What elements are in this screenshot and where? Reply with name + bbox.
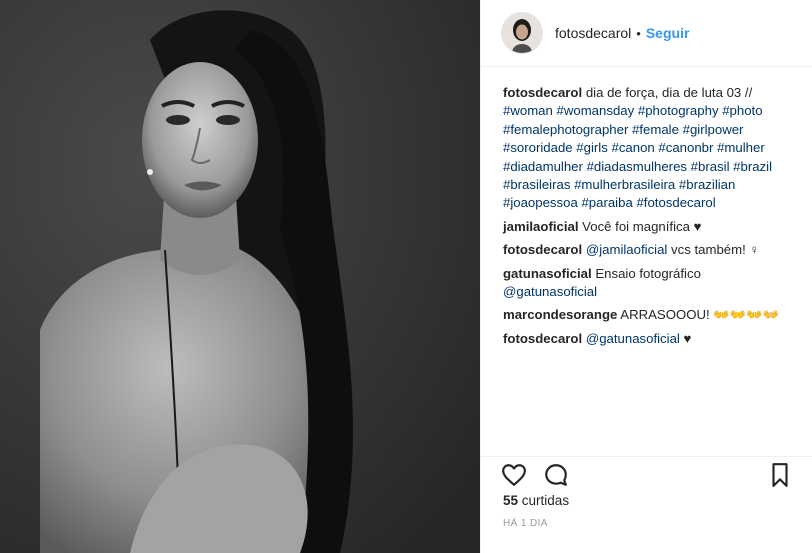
comment: jamilaoficial Você foi magnífica ♥: [503, 218, 792, 236]
comments-list: fotosdecarol dia de força, dia de luta 0…: [481, 67, 812, 348]
caption-hashtags-2[interactable]: #femalephotographer #female #girlpower: [503, 122, 743, 137]
comment-username[interactable]: jamilaoficial: [503, 219, 579, 234]
comment: fotosdecarol @gatunasoficial ♥: [503, 330, 792, 348]
caption-hashtags-3[interactable]: #sororidade #girls #canon #canonbr #mulh…: [503, 140, 765, 155]
avatar-image: [502, 13, 542, 53]
comment: marcondesorange ARRASOOOU! 👐👐👐👐: [503, 306, 792, 324]
author-username[interactable]: fotosdecarol: [555, 25, 631, 41]
comment-username[interactable]: fotosdecarol: [503, 331, 582, 346]
comment: fotosdecarol @jamilaoficial vcs também! …: [503, 241, 792, 259]
post-photo[interactable]: [0, 0, 480, 553]
comment-text: Ensaio fotográfico: [595, 265, 701, 281]
comment-text: vcs também! ♀: [667, 242, 760, 258]
comment-username[interactable]: marcondesorange: [503, 307, 617, 322]
follow-button[interactable]: Seguir: [646, 25, 690, 41]
caption-text: dia de força, dia de luta 03 //: [585, 85, 753, 100]
likes-word: curtidas: [521, 493, 570, 508]
post-timestamp[interactable]: HÁ 1 DIA: [503, 518, 548, 529]
post-side-panel: fotosdecarol • Seguir fotosdecarol dia d…: [480, 0, 812, 553]
separator-dot: •: [636, 25, 641, 41]
comment-mention[interactable]: @gatunasoficial: [503, 284, 597, 299]
comment-mention[interactable]: @jamilaoficial: [586, 242, 668, 257]
caption-hashtags-6[interactable]: #joaopessoa #paraiba #fotosdecarol: [503, 195, 716, 210]
caption-hashtags-1[interactable]: #woman #womansday #photography #photo: [503, 103, 763, 118]
action-bar: [481, 456, 812, 492]
comment-text: ARRASOOOU! 👐👐👐👐: [620, 307, 780, 323]
post-header: fotosdecarol • Seguir: [481, 0, 812, 67]
instagram-post: fotosdecarol • Seguir fotosdecarol dia d…: [0, 0, 812, 553]
comment-username[interactable]: gatunasoficial: [503, 266, 592, 281]
portrait-image: [0, 0, 480, 553]
comment-text: ♥: [679, 330, 692, 346]
caption-username[interactable]: fotosdecarol: [503, 85, 582, 100]
caption-hashtags-5[interactable]: #brasileiras #mulherbrasileira #brazilia…: [503, 177, 735, 192]
heart-icon[interactable]: [501, 462, 527, 488]
comment-bubble-icon[interactable]: [543, 462, 569, 488]
comment-username[interactable]: fotosdecarol: [503, 242, 582, 257]
comment: gatunasoficial Ensaio fotográfico @gatun…: [503, 265, 792, 302]
bookmark-icon[interactable]: [767, 462, 793, 488]
likes-number: 55: [503, 493, 519, 508]
caption: fotosdecarol dia de força, dia de luta 0…: [503, 84, 792, 213]
avatar[interactable]: [501, 12, 543, 54]
likes-count[interactable]: 55 curtidas: [503, 493, 569, 508]
comment-mention[interactable]: @gatunasoficial: [586, 331, 680, 346]
comment-text: Você foi magnífica ♥: [582, 218, 702, 234]
caption-hashtags-4[interactable]: #diadamulher #diadasmulheres #brasil #br…: [503, 159, 772, 174]
